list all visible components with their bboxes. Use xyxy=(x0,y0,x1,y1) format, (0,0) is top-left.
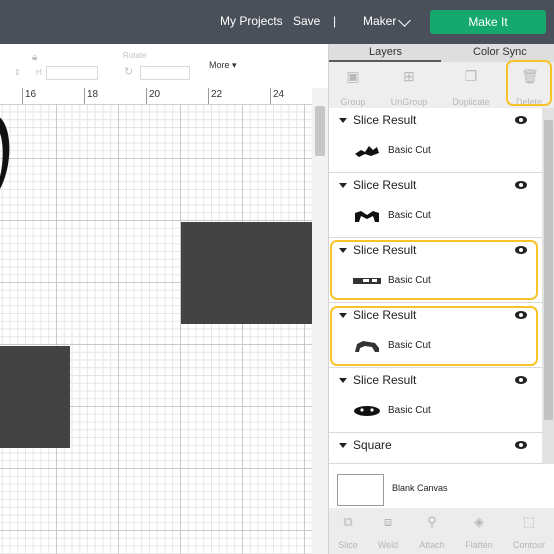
layer-list: Slice Result Basic Cut Slice Result Basi… xyxy=(329,108,543,498)
layer-group[interactable]: Square xyxy=(329,433,543,464)
collapse-arrow-icon[interactable] xyxy=(339,443,347,448)
layer-thumbnail xyxy=(355,146,379,157)
tab-layers[interactable]: Layers xyxy=(369,46,402,58)
layer-operation: Basic Cut xyxy=(388,145,431,156)
duplicate-button[interactable]: ❐ Duplicate xyxy=(447,64,495,107)
machine-selector[interactable]: Maker xyxy=(363,14,396,28)
layer-group[interactable]: Slice Result Basic Cut xyxy=(329,108,543,173)
group-label: Group xyxy=(340,97,366,107)
eye-icon[interactable] xyxy=(515,181,527,189)
collapse-arrow-icon[interactable] xyxy=(339,183,347,188)
ruler-tick xyxy=(146,88,147,104)
layer-highlight xyxy=(330,306,538,366)
layer-thumbnail xyxy=(354,406,380,416)
edit-toolbar: ⇕ 🔒︎ H Rotate ↻ xyxy=(0,44,328,89)
slice-label: Slice xyxy=(338,540,358,550)
tab-color-sync[interactable]: Color Sync xyxy=(473,46,527,58)
slice-button[interactable]: ⧉ Slice xyxy=(327,514,369,550)
weld-button[interactable]: ⧈ Weld xyxy=(367,514,409,550)
delete-highlight xyxy=(506,60,552,106)
contour-icon: ⬚ xyxy=(522,514,536,529)
flatten-icon: ◈ xyxy=(474,514,484,529)
design-canvas[interactable] xyxy=(0,105,312,554)
height-input[interactable] xyxy=(46,66,98,80)
ruler-tick xyxy=(208,88,209,104)
save-link[interactable]: Save xyxy=(293,14,320,28)
layer-group[interactable]: Slice Result Basic Cut xyxy=(329,368,543,433)
layer-title: Slice Result xyxy=(353,178,417,192)
layers-scrollbar[interactable] xyxy=(542,108,554,498)
ungroup-icon: ⊞ xyxy=(403,68,415,84)
make-it-button[interactable]: Make It xyxy=(430,10,546,34)
curved-shape[interactable] xyxy=(0,113,16,193)
weld-icon: ⧈ xyxy=(383,514,393,529)
contour-button[interactable]: ⬚ Contour xyxy=(508,514,550,550)
ruler-tick xyxy=(22,88,23,104)
eye-icon[interactable] xyxy=(515,441,527,449)
ruler-label: 24 xyxy=(273,89,285,100)
layers-panel: Layers Color Sync ▣ Group ⊞ UnGroup ❐ Du… xyxy=(328,44,554,554)
active-tab-indicator xyxy=(329,60,441,62)
eye-icon[interactable] xyxy=(515,376,527,384)
contour-label: Contour xyxy=(512,540,546,550)
square-shape[interactable] xyxy=(181,222,312,324)
blank-canvas-label: Blank Canvas xyxy=(392,483,448,493)
layer-group[interactable]: Slice Result Basic Cut xyxy=(329,173,543,238)
flatten-label: Flatten xyxy=(465,540,493,550)
lock-icon[interactable]: 🔒︎ xyxy=(32,52,37,63)
rotate-input[interactable] xyxy=(140,66,190,80)
blank-canvas-swatch[interactable] xyxy=(337,474,384,506)
more-label: More xyxy=(209,60,230,70)
canvas-scroll-thumb[interactable] xyxy=(315,106,325,156)
attach-button[interactable]: ⚲ Attach xyxy=(411,514,453,550)
rotate-label: Rotate xyxy=(123,51,147,60)
layer-thumbnail xyxy=(355,211,379,222)
chevron-down-icon[interactable] xyxy=(398,14,411,27)
ruler-tick xyxy=(84,88,85,104)
ungroup-button[interactable]: ⊞ UnGroup xyxy=(385,64,433,107)
flatten-button[interactable]: ◈ Flatten xyxy=(458,514,500,550)
collapse-arrow-icon[interactable] xyxy=(339,378,347,383)
header-separator: | xyxy=(333,14,337,28)
paperclip-icon: ⚲ xyxy=(427,514,437,529)
my-projects-link[interactable]: My Projects xyxy=(220,14,283,28)
horizontal-ruler: 16 18 20 22 24 xyxy=(0,88,312,105)
ruler-label: 18 xyxy=(87,89,99,100)
group-icon: ▣ xyxy=(346,68,360,84)
ruler-label: 20 xyxy=(149,89,161,100)
width-arrows-icon: ⇕ xyxy=(14,68,21,77)
ruler-tick xyxy=(270,88,271,104)
layers-scroll-thumb[interactable] xyxy=(544,120,553,420)
duplicate-icon: ❐ xyxy=(464,68,478,84)
square-shape[interactable] xyxy=(0,346,70,448)
ruler-label: 16 xyxy=(25,89,37,100)
duplicate-label: Duplicate xyxy=(452,97,490,107)
rotate-icon: ↻ xyxy=(124,66,134,78)
blank-canvas-row[interactable]: Blank Canvas xyxy=(329,464,554,508)
slice-icon: ⧉ xyxy=(343,514,353,529)
attach-label: Attach xyxy=(419,540,445,550)
ruler-label: 22 xyxy=(211,89,223,100)
height-label: H xyxy=(36,68,42,77)
group-button[interactable]: ▣ Group xyxy=(329,64,377,107)
weld-label: Weld xyxy=(377,540,399,550)
eye-icon[interactable] xyxy=(515,116,527,124)
layer-operation: Basic Cut xyxy=(388,405,431,416)
collapse-arrow-icon[interactable] xyxy=(339,118,347,123)
layer-title: Square xyxy=(353,438,392,452)
canvas-scrollbar[interactable] xyxy=(312,88,328,554)
layer-operation: Basic Cut xyxy=(388,210,431,221)
layer-highlight xyxy=(330,240,538,300)
bottom-toolbar: ⧉ Slice ⧈ Weld ⚲ Attach ◈ Flatten ⬚ Cont… xyxy=(329,510,554,554)
top-header-bar: My Projects Save | Maker Make It xyxy=(0,0,554,44)
layer-title: Slice Result xyxy=(353,373,417,387)
more-menu-button[interactable]: More ▾ xyxy=(209,60,237,71)
ungroup-label: UnGroup xyxy=(390,97,428,107)
layer-title: Slice Result xyxy=(353,113,417,127)
